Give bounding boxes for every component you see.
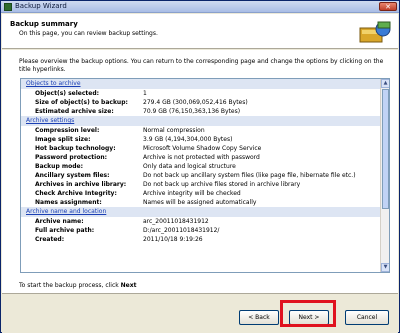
section-archive-settings: Archive settings Compression level: Norma… — [21, 116, 389, 207]
summary-row: Check Archive Integrity: Archive integrit… — [35, 190, 241, 197]
vertical-scrollbar[interactable]: ▲ ▼ — [380, 79, 389, 272]
backup-wizard-window: Backup Wizard ✕ Backup summary On this p… — [0, 0, 400, 333]
section-link-archive-settings[interactable]: Archive settings — [26, 117, 74, 124]
app-icon — [4, 3, 12, 11]
cancel-button[interactable]: Cancel — [345, 310, 389, 325]
section-objects: Objects to archive Object(s) selected: 1 … — [21, 79, 389, 116]
summary-row: Password protection: Archive is not prote… — [35, 154, 260, 161]
backup-logo-icon — [359, 21, 391, 43]
summary-row: Archive name: arc_20011018431912 — [35, 218, 209, 225]
section-link-objects[interactable]: Objects to archive — [26, 80, 81, 87]
section-link-archive-name[interactable]: Archive name and location — [26, 208, 106, 215]
summary-row: Ancillary system files: Do not back up an… — [35, 172, 356, 179]
window-title: Backup Wizard — [15, 2, 67, 10]
summary-row: Names assignment: Names will be assigned … — [35, 199, 257, 206]
wizard-header: Backup summary On this page, you can rev… — [2, 14, 398, 49]
summary-row: Backup mode: Only data and logical struct… — [35, 163, 236, 170]
summary-row: Archives in archive library: Do not back … — [35, 181, 301, 188]
button-bar: < Back Next > Cancel — [2, 293, 398, 333]
title-bar[interactable]: Backup Wizard ✕ — [1, 1, 399, 13]
close-button[interactable]: ✕ — [379, 2, 397, 11]
summary-row: Hot backup technology: Microsoft Volume S… — [35, 145, 262, 152]
next-button-highlight — [280, 300, 336, 327]
scroll-down-icon[interactable]: ▼ — [381, 263, 389, 272]
summary-list[interactable]: Objects to archive Object(s) selected: 1 … — [20, 78, 390, 273]
summary-row: Created: 2011/10/18 9:19:26 — [35, 236, 203, 243]
summary-row: Size of object(s) to backup: 279.4 GB (30… — [35, 99, 248, 106]
section-archive-name: Archive name and location Archive name: a… — [21, 207, 389, 244]
footer-instruction: To start the backup process, click Next — [19, 282, 137, 289]
summary-row: Full archive path: D:/arc_20011018431912/ — [35, 227, 220, 234]
summary-row: Object(s) selected: 1 — [35, 90, 147, 97]
page-subtitle: On this page, you can review backup sett… — [19, 30, 158, 37]
scroll-up-icon[interactable]: ▲ — [381, 79, 389, 88]
page-title: Backup summary — [10, 20, 78, 28]
scroll-thumb[interactable] — [382, 89, 389, 209]
summary-row: Compression level: Normal compression — [35, 127, 205, 134]
intro-text: Please overview the backup options. You … — [19, 58, 384, 73]
summary-content: Please overview the backup options. You … — [2, 50, 398, 308]
summary-row: Image split size: 3.9 GB (4,194,304,000 B… — [35, 136, 233, 143]
summary-row: Estimated archive size: 70.9 GB (76,150,3… — [35, 108, 241, 115]
back-button[interactable]: < Back — [239, 310, 279, 325]
